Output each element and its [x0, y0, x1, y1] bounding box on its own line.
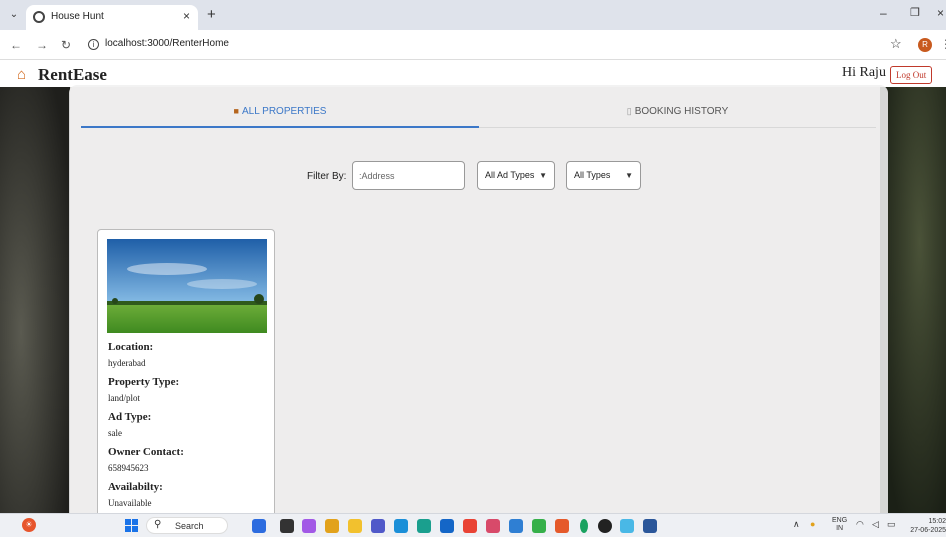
tray-app-icon[interactable]: ●: [810, 519, 815, 529]
language-region: IN: [836, 525, 844, 532]
property-tabs: ■ ALL PROPERTIES ▯ BOOKING HISTORY: [81, 100, 876, 128]
house-icon: ⌂: [17, 66, 27, 83]
app-paint-icon[interactable]: [325, 519, 339, 533]
new-tab-icon[interactable]: +: [207, 7, 216, 22]
widgets-icon[interactable]: ☀: [22, 518, 36, 532]
app-postman-icon[interactable]: [620, 519, 634, 533]
brand-logo[interactable]: RentEase: [38, 65, 107, 85]
clock-time: 15:02: [928, 518, 946, 525]
buildings-icon: ■: [233, 106, 239, 116]
background-image-right: [880, 61, 946, 513]
property-type-label: Property Type:: [108, 376, 180, 388]
taskbar: ☀ ⚲ Search ∧ ● ENG IN ◠ ◁ ▭ 15:02 27-06-…: [0, 513, 946, 537]
wifi-icon[interactable]: ◠: [856, 519, 864, 530]
app-chrome-profile-icon[interactable]: [555, 519, 569, 533]
clock[interactable]: 15:02 27-06-2025: [908, 517, 946, 535]
app-edge-icon[interactable]: [417, 519, 431, 533]
owner-contact-value: 658945623: [108, 463, 149, 473]
logout-button[interactable]: Log Out: [890, 66, 933, 84]
app-maps-icon[interactable]: [580, 519, 588, 533]
browser-toolbar: ← → ↻ i localhost:3000/RenterHome ☆ R ⋮: [0, 30, 946, 60]
property-type-select-value: All Types: [574, 170, 611, 180]
background-image-left: [0, 61, 70, 513]
property-type-select[interactable]: All Types ▼: [566, 161, 641, 190]
language-code: ENG: [832, 517, 848, 524]
menu-kebab-icon[interactable]: ⋮: [940, 37, 946, 51]
address-bar[interactable]: localhost:3000/RenterHome: [105, 38, 229, 49]
forward-icon[interactable]: →: [36, 38, 48, 52]
app-whatsapp-icon[interactable]: [532, 519, 546, 533]
browser-tab[interactable]: House Hunt ×: [26, 5, 198, 30]
page-content: ⌂ RentEase Hi Raju Log Out ■ ALL PROPERTI…: [0, 61, 946, 513]
tab-label: BOOKING HISTORY: [634, 106, 729, 117]
app-outlook-icon[interactable]: [394, 519, 408, 533]
tab-booking-history[interactable]: ▯ BOOKING HISTORY: [479, 100, 876, 128]
clock-date: 27-06-2025: [910, 527, 946, 534]
ad-type-select[interactable]: All Ad Types ▼: [477, 161, 555, 190]
app-chrome-icon[interactable]: [463, 519, 477, 533]
app-instagram-icon[interactable]: [486, 519, 500, 533]
volume-icon[interactable]: ◁: [872, 519, 879, 530]
battery-icon[interactable]: ▭: [887, 519, 896, 530]
window-close-icon[interactable]: ×: [937, 6, 944, 20]
property-details: Location: hyderabad Property Type: land/…: [108, 338, 268, 513]
property-card[interactable]: Location: hyderabad Property Type: land/…: [97, 229, 275, 513]
chevron-down-icon: ▼: [625, 171, 633, 180]
ad-type-value: sale: [108, 428, 122, 438]
chevron-down-icon: ▼: [539, 171, 547, 180]
app-file-explorer-icon[interactable]: [348, 519, 362, 533]
bookmark-star-icon[interactable]: ☆: [890, 36, 902, 52]
tab-title: House Hunt: [51, 11, 104, 22]
close-tab-icon[interactable]: ×: [183, 9, 190, 23]
back-icon[interactable]: ←: [10, 38, 22, 52]
user-greeting: Hi Raju: [842, 65, 886, 80]
owner-contact-label: Owner Contact:: [108, 446, 184, 458]
app-copilot-icon[interactable]: [302, 519, 316, 533]
content-panel: ■ ALL PROPERTIES ▯ BOOKING HISTORY Filter …: [69, 85, 888, 513]
tab-label: ALL PROPERTIES: [241, 106, 327, 117]
app-taskview-icon[interactable]: [280, 519, 294, 533]
search-icon: ⚲: [154, 519, 162, 530]
clipboard-icon: ▯: [626, 106, 632, 116]
app-word-icon[interactable]: [643, 519, 657, 533]
globe-icon: [33, 11, 45, 23]
taskbar-search-label: Search: [175, 521, 204, 531]
availability-label: Availabilty:: [108, 481, 163, 493]
taskbar-search[interactable]: ⚲ Search: [146, 517, 228, 534]
availability-value: Unavailable: [108, 498, 152, 508]
property-type-value: land/plot: [108, 393, 140, 403]
location-value: hyderabad: [108, 358, 146, 368]
filter-label: Filter By:: [307, 171, 347, 182]
app-store-icon[interactable]: [440, 519, 454, 533]
reload-icon[interactable]: ↻: [61, 38, 71, 52]
tab-search-menu-icon[interactable]: ⌄: [6, 7, 22, 23]
language-indicator[interactable]: ENG IN: [832, 517, 847, 533]
site-info-icon[interactable]: i: [88, 39, 99, 50]
app-vscode-icon[interactable]: [509, 519, 523, 533]
profile-avatar[interactable]: R: [918, 38, 932, 52]
minimize-icon[interactable]: –: [880, 6, 887, 20]
app-media-icon[interactable]: [598, 519, 612, 533]
address-filter-input[interactable]: [352, 161, 465, 190]
app-header: ⌂ RentEase Hi Raju Log Out: [0, 61, 946, 87]
app-people-icon[interactable]: [252, 519, 266, 533]
restore-icon[interactable]: ❐: [910, 6, 920, 19]
tray-chevron-up-icon[interactable]: ∧: [793, 519, 800, 530]
ad-type-select-value: All Ad Types: [485, 170, 535, 180]
start-button[interactable]: [125, 519, 138, 532]
app-teams-icon[interactable]: [371, 519, 385, 533]
browser-tabstrip: ⌄ House Hunt × + – ❐ ×: [0, 0, 946, 30]
ad-type-label: Ad Type:: [108, 411, 152, 423]
property-image: [107, 239, 267, 333]
location-label: Location:: [108, 341, 154, 353]
tab-all-properties[interactable]: ■ ALL PROPERTIES: [81, 100, 479, 128]
